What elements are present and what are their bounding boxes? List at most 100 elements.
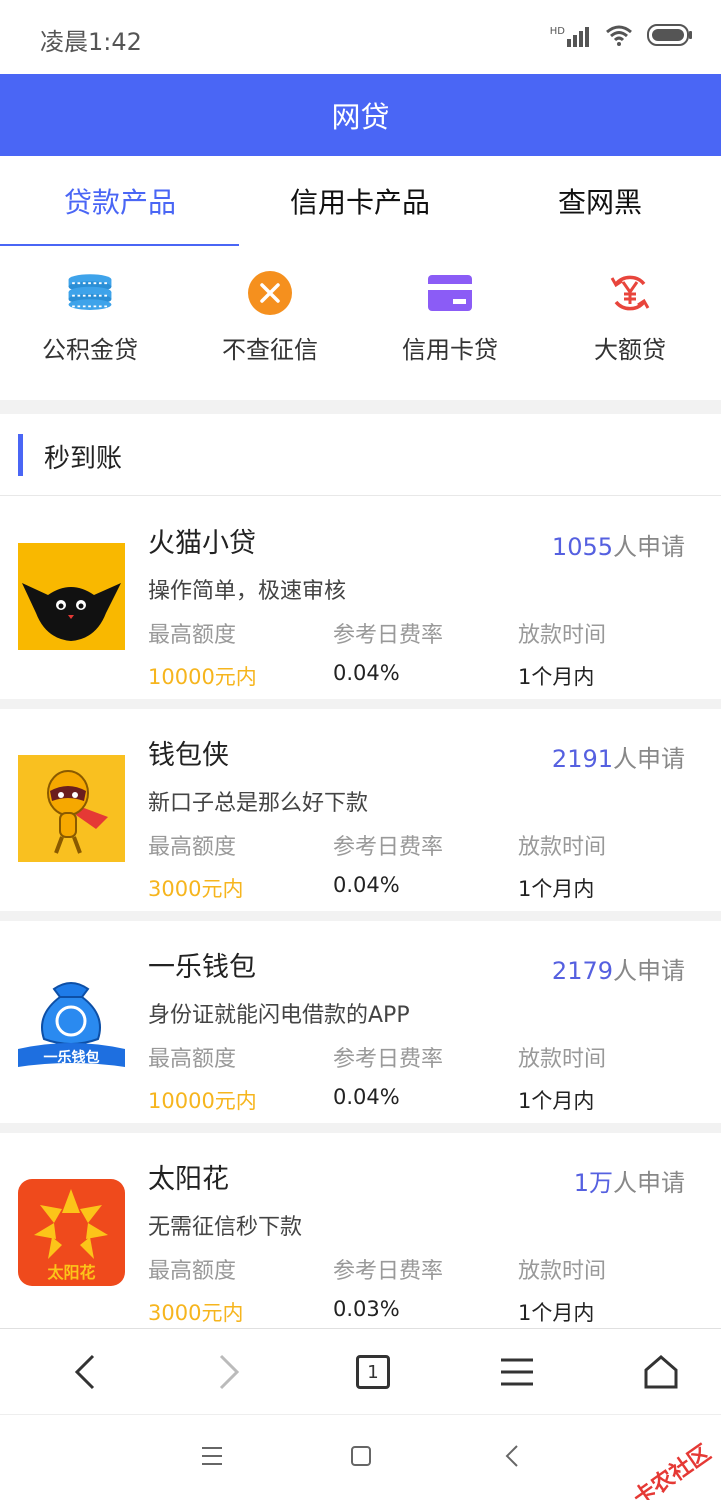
apply-count-number: 2191 — [551, 745, 613, 773]
loan-name: 太阳花 — [148, 1164, 229, 1195]
loan-time: 放款时间 1个月内 — [518, 617, 606, 691]
category-credit-card-loan[interactable]: 信用卡贷 — [360, 246, 540, 400]
chevron-left-icon — [505, 1445, 518, 1467]
sunflower-logo: 太阳花 — [18, 1179, 125, 1286]
loan-item[interactable]: 钱包侠 2191人申请 新口子总是那么好下款 最高额度 3000元内 参考日费率 0… — [0, 709, 721, 911]
battery-icon — [647, 24, 693, 50]
apply-count-number: 2179 — [551, 957, 613, 985]
yuan-icon — [605, 268, 655, 318]
logo-text: 太阳花 — [47, 1263, 96, 1282]
loan-time-value: 1个月内 — [518, 877, 595, 901]
loan-time: 放款时间 1个月内 — [518, 1041, 606, 1115]
daily-rate-label: 参考日费率 — [333, 1047, 444, 1072]
category-label: 公积金贷 — [42, 336, 138, 364]
loan-time-value: 1个月内 — [518, 1089, 595, 1113]
daily-rate: 参考日费率 0.04% — [333, 1041, 443, 1109]
apply-count-suffix: 人申请 — [613, 957, 685, 985]
hd-label: HD — [549, 26, 565, 37]
loan-time-label: 放款时间 — [518, 1259, 607, 1284]
menu-icon — [501, 1358, 534, 1386]
loan-time-label: 放款时间 — [518, 835, 607, 860]
category-label: 不查征信 — [222, 336, 318, 364]
loan-item[interactable]: 一乐钱包 一乐钱包 2179人申请 身份证就能闪电借款的APP 最高额度 1000… — [0, 921, 721, 1123]
max-amount-value: 3000元内 — [148, 877, 244, 901]
recent-apps-button[interactable] — [197, 1441, 227, 1471]
divider — [0, 400, 721, 414]
section-title: 秒到账 — [44, 444, 123, 474]
page-title: 网贷 — [331, 100, 390, 134]
loan-name: 钱包侠 — [148, 740, 229, 771]
browser-toolbar: 1 — [0, 1328, 721, 1414]
apply-count-suffix: 人申请 — [613, 1169, 685, 1197]
daily-rate-label: 参考日费率 — [333, 623, 444, 648]
menu-icon — [202, 1447, 222, 1465]
max-amount: 最高额度 10000元内 — [148, 1041, 257, 1115]
divider — [0, 911, 721, 921]
category-housing-fund-loan[interactable]: 公积金贷 — [0, 246, 180, 400]
tab-credit-card-products[interactable]: 信用卡产品 — [240, 156, 480, 246]
chevron-right-icon — [219, 1354, 239, 1390]
category-label: 信用卡贷 — [402, 336, 498, 364]
back-nav-button[interactable] — [497, 1441, 527, 1471]
daily-rate-label: 参考日费率 — [333, 1259, 444, 1284]
loan-item[interactable]: 火猫小贷 1055人申请 操作简单，极速审核 最高额度 10000元内 参考日费率… — [0, 497, 721, 699]
back-button[interactable] — [25, 1329, 144, 1415]
tabs-button[interactable]: 1 — [313, 1329, 432, 1415]
daily-rate-value: 0.03% — [333, 1297, 400, 1321]
daily-rate: 参考日费率 0.04% — [333, 617, 443, 685]
max-amount-value: 10000元内 — [148, 1089, 257, 1113]
loan-time: 放款时间 1个月内 — [518, 1253, 606, 1327]
apply-count-number: 1万 — [573, 1169, 613, 1197]
max-amount: 最高额度 3000元内 — [148, 1253, 243, 1327]
max-amount: 最高额度 3000元内 — [148, 829, 243, 903]
apply-count: 1万人申请 — [574, 1163, 685, 1198]
loan-time-label: 放款时间 — [518, 1047, 607, 1072]
square-icon — [351, 1446, 371, 1466]
max-amount-label: 最高额度 — [148, 623, 237, 648]
hero-logo — [18, 755, 125, 862]
max-amount-label: 最高额度 — [148, 1047, 237, 1072]
tab-loan-products[interactable]: 贷款产品 — [0, 156, 240, 246]
close-circle-icon — [245, 268, 295, 318]
page-header: 网贷 — [0, 74, 721, 156]
loan-name: 一乐钱包 — [148, 952, 256, 983]
forward-button[interactable] — [169, 1329, 288, 1415]
coins-icon — [65, 268, 115, 318]
category-large-loan[interactable]: 大额贷 — [540, 246, 720, 400]
wifi-icon — [605, 24, 633, 50]
max-amount-value: 10000元内 — [148, 665, 257, 689]
category-label: 大额贷 — [594, 336, 666, 364]
logo-text: 一乐钱包 — [43, 1050, 100, 1066]
max-amount-label: 最高额度 — [148, 1259, 237, 1284]
loan-description: 操作简单，极速审核 — [148, 579, 347, 604]
home-button[interactable] — [602, 1329, 721, 1415]
apply-count: 1055人申请 — [552, 527, 685, 562]
loan-description: 无需征信秒下款 — [148, 1215, 303, 1240]
loan-name: 火猫小贷 — [148, 528, 256, 559]
loan-description: 身份证就能闪电借款的APP — [148, 1003, 410, 1028]
home-nav-button[interactable] — [346, 1441, 376, 1471]
signal-icon: HD — [550, 27, 591, 47]
status-bar: 凌晨1:42 HD — [0, 0, 721, 74]
daily-rate: 参考日费率 0.04% — [333, 829, 443, 897]
daily-rate: 参考日费率 0.03% — [333, 1253, 443, 1321]
menu-button[interactable] — [458, 1329, 577, 1415]
tab-count: 1 — [367, 1361, 379, 1383]
home-icon — [644, 1355, 678, 1389]
loan-description: 新口子总是那么好下款 — [148, 791, 369, 816]
category-no-credit-check[interactable]: 不查征信 — [180, 246, 360, 400]
loan-item[interactable]: 太阳花 太阳花 1万人申请 无需征信秒下款 最高额度 3000元内 参考日费率 0.… — [0, 1133, 721, 1328]
category-grid: 公积金贷 不查征信 信用卡贷 大额贷 — [0, 246, 721, 400]
section-accent-bar — [18, 434, 23, 476]
loan-time: 放款时间 1个月内 — [518, 829, 606, 903]
status-time: 凌晨1:42 — [40, 28, 142, 56]
loan-time-label: 放款时间 — [518, 623, 607, 648]
money-bag-logo: 一乐钱包 — [18, 967, 125, 1074]
daily-rate-value: 0.04% — [333, 1085, 400, 1109]
tab-bar: 贷款产品 信用卡产品 查网黑 — [0, 156, 721, 246]
credit-card-icon — [425, 268, 475, 318]
divider — [0, 699, 721, 709]
daily-rate-label: 参考日费率 — [333, 835, 444, 860]
tab-check-blacklist[interactable]: 查网黑 — [480, 156, 720, 246]
loan-time-value: 1个月内 — [518, 665, 595, 689]
